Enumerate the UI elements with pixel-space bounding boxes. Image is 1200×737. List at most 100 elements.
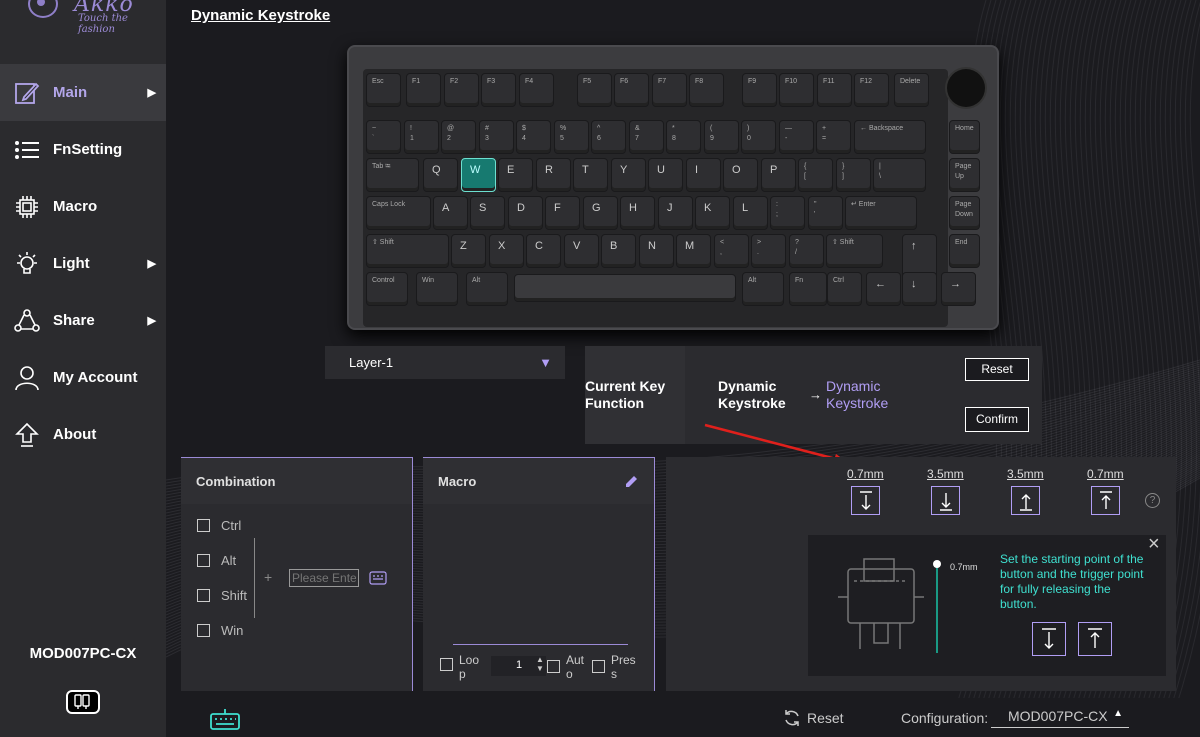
key-x[interactable]: X — [489, 234, 524, 268]
ctrl-checkbox-row[interactable]: Ctrl — [197, 518, 241, 533]
key-j[interactable]: J — [658, 196, 693, 230]
key-b[interactable]: B — [601, 234, 636, 268]
key-u[interactable]: U — [648, 158, 683, 192]
keyboard-mode-icon[interactable] — [210, 708, 240, 735]
key-t[interactable]: T — [573, 158, 608, 192]
key-←[interactable]: ← — [866, 272, 901, 306]
key-f7[interactable]: F7 — [652, 73, 687, 107]
key-e[interactable]: E — [498, 158, 533, 192]
key-f2[interactable]: F2 — [444, 73, 479, 107]
tooltip-release-button[interactable] — [1078, 622, 1112, 656]
key-$-4[interactable]: $ 4 — [516, 120, 551, 154]
key-↵-enter[interactable]: ↵ Enter — [845, 196, 917, 230]
auto-checkbox[interactable] — [547, 660, 560, 673]
key-f5[interactable]: F5 — [577, 73, 612, 107]
key->-.[interactable]: > . — [751, 234, 786, 268]
key-↓[interactable]: ↓ — [902, 272, 937, 306]
key-:-;[interactable]: : ; — [770, 196, 805, 230]
sidebar-item-main[interactable]: Main ▶ — [0, 64, 166, 121]
key-f6[interactable]: F6 — [614, 73, 649, 107]
key-ctrl[interactable]: Ctrl — [827, 272, 862, 306]
reset-button[interactable]: Reset — [965, 358, 1029, 381]
press-checkbox[interactable] — [592, 660, 605, 673]
key-win[interactable]: Win — [416, 272, 458, 306]
sidebar-item-light[interactable]: Light ▶ — [0, 235, 166, 292]
key-k[interactable]: K — [695, 196, 730, 230]
release-start-button[interactable] — [1011, 486, 1040, 515]
key-(-9[interactable]: ( 9 — [704, 120, 739, 154]
key-s[interactable]: S — [470, 196, 505, 230]
sidebar-item-share[interactable]: Share ▶ — [0, 292, 166, 349]
key-f12[interactable]: F12 — [854, 73, 889, 107]
sidebar-item-fnsetting[interactable]: FnSetting — [0, 121, 166, 178]
key-f4[interactable]: F4 — [519, 73, 554, 107]
layer-select[interactable]: Layer-1 ▼ — [325, 346, 565, 379]
key-space[interactable] — [514, 274, 736, 302]
key-&-7[interactable]: & 7 — [629, 120, 664, 154]
sidebar-item-about[interactable]: About — [0, 406, 166, 463]
press-start-button[interactable] — [851, 486, 880, 515]
key-#-3[interactable]: # 3 — [479, 120, 514, 154]
key-c[interactable]: C — [526, 234, 561, 268]
shift-checkbox[interactable] — [197, 589, 210, 602]
key-z[interactable]: Z — [451, 234, 486, 268]
key-v[interactable]: V — [564, 234, 599, 268]
sidebar-item-my-account[interactable]: My Account — [0, 349, 166, 406]
key-o[interactable]: O — [723, 158, 758, 192]
key-+-=[interactable]: + = — [816, 120, 851, 154]
alt-checkbox[interactable] — [197, 554, 210, 567]
close-icon[interactable]: × — [1148, 533, 1160, 556]
key-f11[interactable]: F11 — [817, 73, 852, 107]
key-page-up[interactable]: Page Up — [949, 158, 980, 192]
press-end-button[interactable] — [931, 486, 960, 515]
key-⇧-shift[interactable]: ⇧ Shift — [826, 234, 883, 268]
key-p[interactable]: P — [761, 158, 796, 192]
key-a[interactable]: A — [433, 196, 468, 230]
key-f8[interactable]: F8 — [689, 73, 724, 107]
travel-slider-handle[interactable] — [933, 560, 941, 568]
key-fn[interactable]: Fn — [789, 272, 828, 306]
key-delete[interactable]: Delete — [894, 73, 929, 107]
refresh-icon[interactable] — [783, 709, 801, 732]
travel-slider-track[interactable] — [936, 563, 938, 653]
key-caps-lock[interactable]: Caps Lock — [366, 196, 431, 230]
reset-link[interactable]: Reset — [807, 710, 844, 726]
key-esc[interactable]: Esc — [366, 73, 401, 107]
key-}-][interactable]: } ] — [836, 158, 871, 192]
key-end[interactable]: End — [949, 234, 980, 268]
win-checkbox-row[interactable]: Win — [197, 623, 243, 638]
edit-pencil-icon[interactable] — [625, 474, 639, 493]
key-q[interactable]: Q — [423, 158, 458, 192]
key-|-\[interactable]: | \ — [873, 158, 927, 192]
key-l[interactable]: L — [733, 196, 768, 230]
key-f9[interactable]: F9 — [742, 73, 777, 107]
sidebar-item-macro[interactable]: Macro — [0, 178, 166, 235]
key-!-1[interactable]: ! 1 — [404, 120, 439, 154]
device-switch-icon[interactable] — [66, 690, 100, 714]
key-input[interactable] — [289, 569, 359, 587]
keyboard-icon[interactable] — [369, 571, 387, 590]
key-control[interactable]: Control — [366, 272, 408, 306]
key-alt[interactable]: Alt — [466, 272, 508, 306]
ctrl-checkbox[interactable] — [197, 519, 210, 532]
key-"-'[interactable]: " ' — [808, 196, 843, 230]
key-h[interactable]: H — [620, 196, 655, 230]
win-checkbox[interactable] — [197, 624, 210, 637]
key-r[interactable]: R — [536, 158, 571, 192]
key-f[interactable]: F — [545, 196, 580, 230]
key-tab-⭾[interactable]: Tab ⭾ — [366, 158, 420, 192]
key-y[interactable]: Y — [611, 158, 646, 192]
key-f10[interactable]: F10 — [779, 73, 814, 107]
key-^-6[interactable]: ^ 6 — [591, 120, 626, 154]
key-m[interactable]: M — [676, 234, 711, 268]
key-~-`[interactable]: ~ ` — [366, 120, 401, 154]
key-{-[[interactable]: { [ — [798, 158, 833, 192]
key-f3[interactable]: F3 — [481, 73, 516, 107]
key-←-backspace[interactable]: ← Backspace — [854, 120, 926, 154]
key-%-5[interactable]: % 5 — [554, 120, 589, 154]
loop-checkbox[interactable] — [440, 658, 453, 671]
key-*-8[interactable]: * 8 — [666, 120, 701, 154]
key-w[interactable]: W — [461, 158, 496, 192]
configuration-select[interactable]: MOD007PC-CX ▲ — [991, 708, 1129, 728]
key-→[interactable]: → — [941, 272, 976, 306]
